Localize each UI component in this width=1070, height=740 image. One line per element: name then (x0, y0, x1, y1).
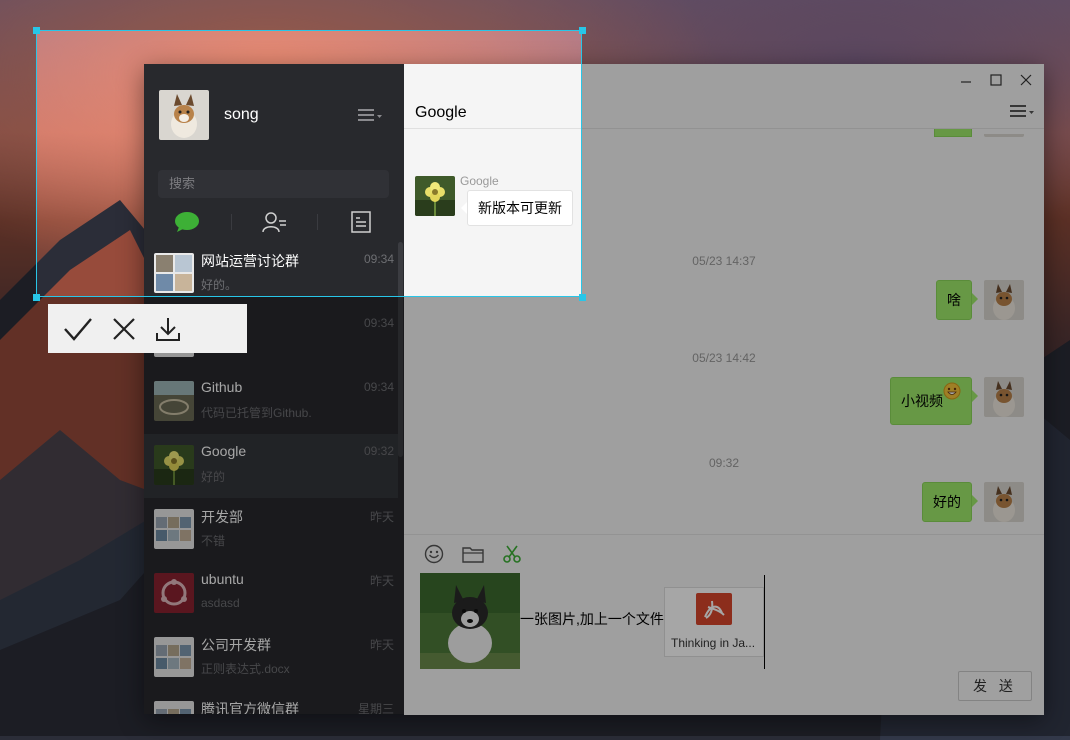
confirm-icon[interactable] (62, 315, 94, 343)
screenshot-dim-bottom (0, 297, 1070, 736)
resize-handle[interactable] (33, 294, 40, 301)
screenshot-selection[interactable] (36, 30, 582, 297)
resize-handle[interactable] (579, 27, 586, 34)
screenshot-dim-top (0, 0, 1070, 30)
resize-handle[interactable] (579, 294, 586, 301)
screenshot-dim-left (0, 30, 36, 297)
screenshot-toolbar (48, 304, 247, 353)
cancel-icon[interactable] (110, 315, 138, 343)
download-icon[interactable] (154, 315, 182, 343)
resize-handle[interactable] (33, 27, 40, 34)
screenshot-dim-right (582, 30, 1070, 297)
